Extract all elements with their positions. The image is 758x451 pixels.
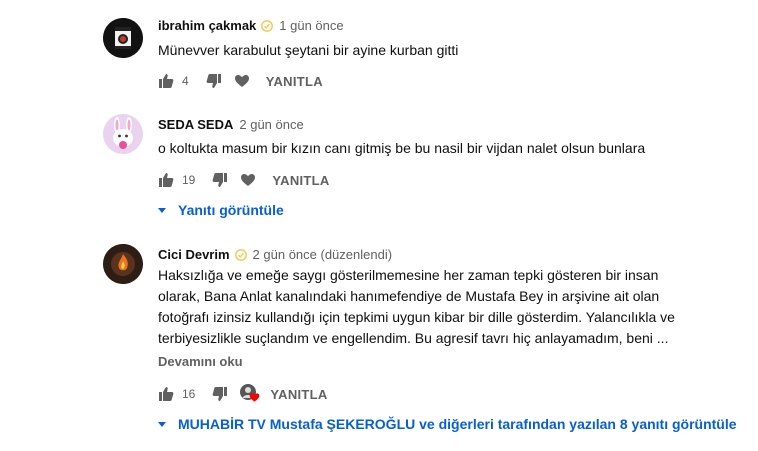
besiktas-logo-icon bbox=[103, 18, 143, 58]
like-count: 4 bbox=[182, 74, 189, 88]
bunny-icon bbox=[103, 114, 143, 154]
like-count: 19 bbox=[182, 173, 196, 187]
comment-actions: 19 YANITLA bbox=[158, 168, 330, 192]
comment-text-line: Haksızlığa ve emeğe saygı gösterilmemesi… bbox=[158, 267, 659, 283]
dislike-icon[interactable] bbox=[212, 172, 228, 188]
reply-button[interactable]: YANITLA bbox=[272, 173, 329, 188]
dislike-icon[interactable] bbox=[206, 73, 222, 89]
comment-text-line: terbiyesizlikle suçlandım ve engellendim… bbox=[158, 330, 669, 346]
chevron-down-icon bbox=[158, 207, 166, 213]
heart-icon bbox=[250, 393, 260, 402]
comment-timestamp[interactable]: 2 gün önce bbox=[239, 117, 303, 132]
avatar[interactable] bbox=[103, 114, 143, 154]
comment-header: ibrahim çakmak 1 gün önce bbox=[158, 18, 344, 33]
comment-text-line: fotoğrafı izinsiz kullandığı için tepkim… bbox=[158, 309, 675, 325]
creator-heart[interactable] bbox=[240, 384, 260, 404]
comment-text-line: olarak, Bana Anlat kanalındaki hanımefen… bbox=[158, 288, 660, 304]
view-replies-label: Yanıtı görüntüle bbox=[178, 202, 284, 218]
verified-badge-icon bbox=[261, 19, 274, 32]
dislike-icon[interactable] bbox=[212, 386, 228, 402]
comment-text: Haksızlığa ve emeğe saygı gösterilmemesi… bbox=[158, 265, 718, 349]
heart-icon[interactable] bbox=[240, 172, 256, 188]
comment-timestamp[interactable]: 1 gün önce bbox=[279, 18, 343, 33]
reply-button[interactable]: YANITLA bbox=[270, 387, 327, 402]
like-count: 16 bbox=[182, 387, 196, 401]
like-icon[interactable] bbox=[158, 73, 174, 89]
comment-text: Münevver karabulut şeytani bir ayine kur… bbox=[158, 42, 459, 58]
author-name[interactable]: Cici Devrim bbox=[158, 247, 230, 262]
read-more-button[interactable]: Devamını oku bbox=[158, 354, 243, 369]
avatar[interactable] bbox=[103, 18, 143, 58]
fire-icon bbox=[103, 244, 143, 284]
author-name[interactable]: ibrahim çakmak bbox=[158, 18, 256, 33]
comment-item: Cici Devrim 2 gün önce (düzenlendi) Haks… bbox=[0, 230, 758, 451]
comment-actions: 4 YANITLA bbox=[158, 69, 323, 93]
comment-header: Cici Devrim 2 gün önce (düzenlendi) bbox=[158, 247, 392, 262]
comment-actions: 16 YANITLA bbox=[158, 382, 328, 406]
comment-timestamp[interactable]: 2 gün önce (düzenlendi) bbox=[253, 247, 393, 262]
like-icon[interactable] bbox=[158, 172, 174, 188]
reply-button[interactable]: YANITLA bbox=[266, 74, 323, 89]
view-replies-button[interactable]: MUHABİR TV Mustafa ŞEKEROĞLU ve diğerler… bbox=[158, 416, 737, 432]
comment-item: ibrahim çakmak 1 gün önce Münevver karab… bbox=[0, 0, 758, 100]
heart-icon[interactable] bbox=[234, 73, 250, 89]
like-icon[interactable] bbox=[158, 386, 174, 402]
view-replies-button[interactable]: Yanıtı görüntüle bbox=[158, 202, 284, 218]
comment-item: SEDA SEDA 2 gün önce o koltukta masum bi… bbox=[0, 100, 758, 230]
comment-header: SEDA SEDA 2 gün önce bbox=[158, 117, 304, 132]
view-replies-label: MUHABİR TV Mustafa ŞEKEROĞLU ve diğerler… bbox=[178, 416, 737, 432]
avatar[interactable] bbox=[103, 244, 143, 284]
verified-badge-icon bbox=[234, 248, 247, 261]
author-name[interactable]: SEDA SEDA bbox=[158, 117, 233, 132]
comment-text: o koltukta masum bir kızın canı gitmiş b… bbox=[158, 140, 646, 156]
chevron-down-icon bbox=[158, 421, 166, 427]
